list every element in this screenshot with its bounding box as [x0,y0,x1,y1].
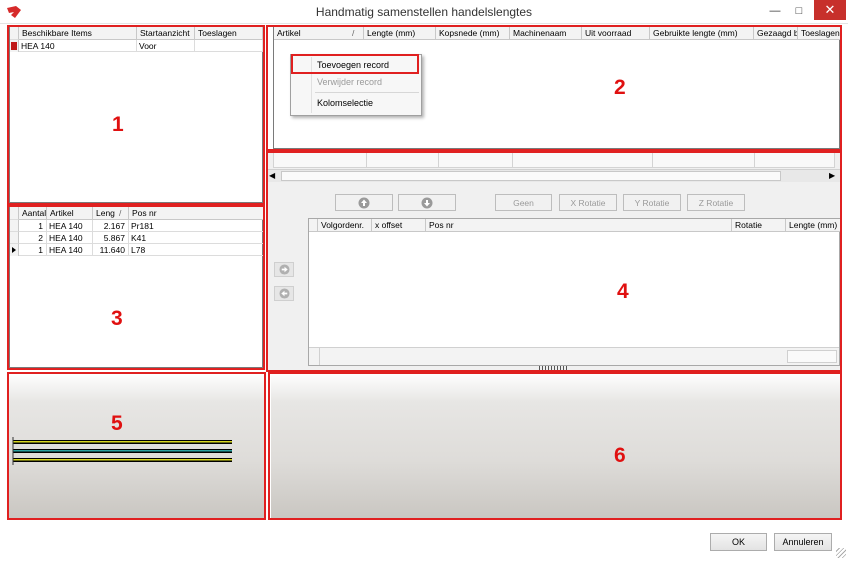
label-5: 5 [111,412,123,435]
col-machinenaam[interactable]: Machinenaam [510,27,582,40]
lengte-cell[interactable]: 2.167 [93,220,129,232]
col-gebruikte-lengte[interactable]: Gebruikte lengte (mm) [650,27,754,40]
toeslagen-cell[interactable] [195,40,263,52]
col-posnr-pos[interactable]: Pos nr [426,219,732,232]
menu-item-add-record[interactable]: Toevoegen record [317,56,389,74]
col-rotatie[interactable]: Rotatie [732,219,786,232]
col-gezaagd[interactable]: Gezaagd b [754,27,798,40]
arrow-right-icon [278,264,290,275]
move-down-button[interactable] [398,194,456,211]
move-up-button[interactable] [335,194,393,211]
item-cell[interactable]: HEA 140 [19,40,137,52]
maximize-icon[interactable]: □ [788,3,810,19]
remove-from-combination-button[interactable] [274,286,294,301]
col-startaanzicht[interactable]: Startaanzicht [137,27,195,40]
lengte-cell[interactable]: 11.640 [93,244,129,256]
label-2: 2 [614,76,626,99]
posnr-cell[interactable]: L78 [129,244,264,256]
horizontal-scrollbar[interactable]: ◀ ▶ [267,169,841,182]
beam-bars-drawing [12,437,232,465]
col-aantal[interactable]: Aantal [19,207,47,220]
col-artikel-parts[interactable]: Artikel [47,207,93,220]
summary-strip [273,152,835,168]
y-rotation-button[interactable]: Y Rotatie [623,194,681,211]
x-rotation-button[interactable]: X Rotatie [559,194,617,211]
geen-button[interactable]: Geen [495,194,552,211]
context-menu: Toevoegen record Verwijder record Koloms… [290,54,422,116]
aantal-cell[interactable]: 1 [19,220,47,232]
arrow-down-icon [421,197,433,209]
col-lengte-pos[interactable]: Lengte (mm) [786,219,841,232]
label-4: 4 [617,280,629,303]
col-toeslagen-2[interactable]: Toeslagen [798,27,841,40]
scroll-left-icon[interactable]: ◀ [269,171,275,180]
splitter-grip[interactable] [539,366,569,370]
col-kopsnede[interactable]: Kopsnede (mm) [436,27,510,40]
col-posnr[interactable]: Pos nr [129,207,264,220]
lengte-cell[interactable]: 5.867 [93,232,129,244]
aantal-cell[interactable]: 2 [19,232,47,244]
posnr-cell[interactable]: Pr181 [129,220,264,232]
col-volgordenr[interactable]: Volgordenr. [318,219,372,232]
position-editor: ◀ ▶ Geen X Rotatie Y Rotatie Z Rotatie V… [267,152,841,370]
row-selector[interactable] [10,40,19,52]
label-6: 6 [614,444,626,467]
col-uit-voorraad[interactable]: Uit voorraad [582,27,650,40]
posnr-cell[interactable]: K41 [129,232,264,244]
add-to-combination-button[interactable] [274,262,294,277]
title-bar: Handmatig samenstellen handelslengtes — … [0,0,848,24]
resize-grip-icon[interactable] [836,548,846,558]
current-row-icon [12,247,16,253]
aantal-cell[interactable]: 1 [19,244,47,256]
scrollbar-thumb[interactable] [281,171,781,181]
arrow-left-icon [278,288,290,299]
minimize-icon[interactable]: — [764,3,786,19]
parts-grid: Aantal Artikel Leng / Pos nr 1 HEA 140 2.… [9,206,264,368]
label-3: 3 [111,307,123,330]
col-lengte-parts[interactable]: Leng / [93,207,129,220]
beam-preview [8,373,265,519]
available-items-grid: Beschikbare Items Startaanzicht Toeslage… [9,26,263,203]
artikel-cell[interactable]: HEA 140 [47,232,93,244]
startaanzicht-cell[interactable]: Voor [137,40,195,52]
label-1: 1 [112,113,124,136]
row-selector[interactable] [10,244,19,256]
col-beschikbare-items[interactable]: Beschikbare Items [19,27,137,40]
scroll-right-icon[interactable]: ▶ [829,171,835,180]
ok-button[interactable]: OK [710,533,767,551]
menu-item-column-selection[interactable]: Kolomselectie [317,94,373,112]
close-icon[interactable]: ✕ [814,0,846,20]
combination-preview [271,373,840,519]
artikel-cell[interactable]: HEA 140 [47,220,93,232]
window-title: Handmatig samenstellen handelslengtes [315,5,533,19]
col-lengte[interactable]: Lengte (mm) [364,27,436,40]
menu-item-remove-record[interactable]: Verwijder record [317,73,382,91]
col-x-offset[interactable]: x offset [372,219,426,232]
col-artikel[interactable]: Artikel / [274,27,364,40]
z-rotation-button[interactable]: Z Rotatie [687,194,745,211]
col-toeslagen[interactable]: Toeslagen [195,27,263,40]
grid-footer [309,347,839,365]
cancel-button[interactable]: Annuleren [774,533,832,551]
position-grid: Volgordenr. x offset Pos nr Rotatie Leng… [308,218,841,366]
artikel-cell[interactable]: HEA 140 [47,244,93,256]
arrow-up-icon [358,197,370,209]
